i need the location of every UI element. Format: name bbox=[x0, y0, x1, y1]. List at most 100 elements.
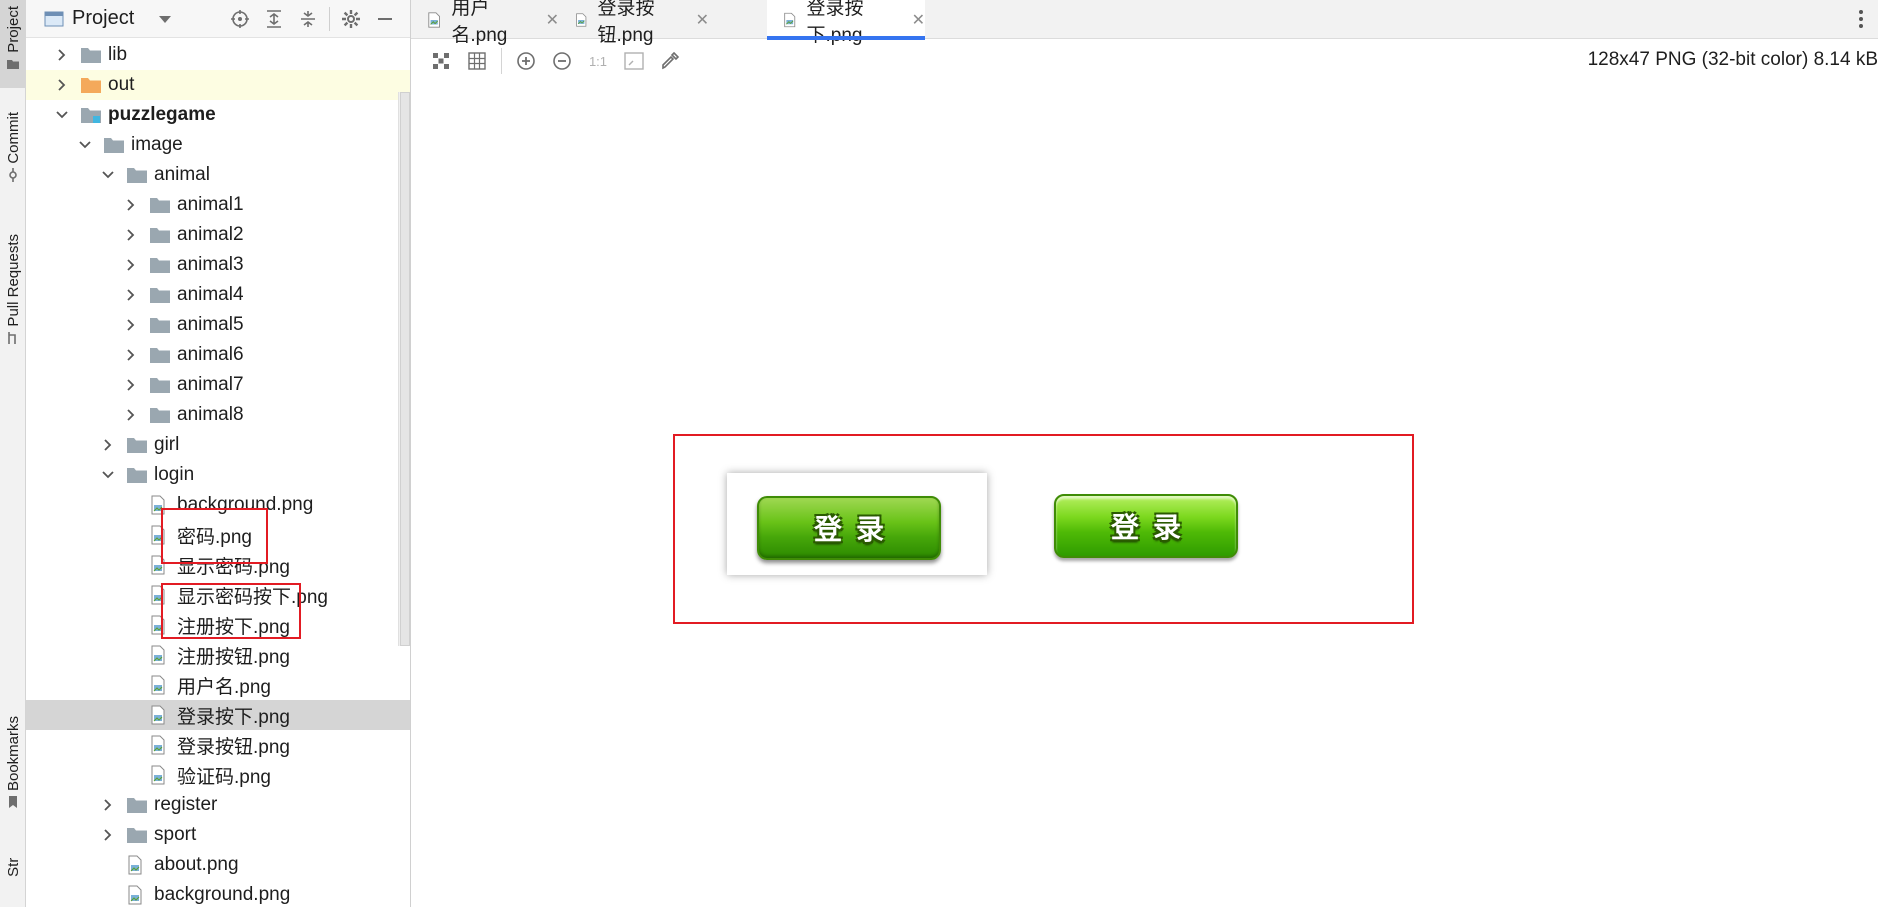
zoom-in-icon[interactable] bbox=[508, 43, 544, 79]
tree-file-item[interactable]: 登录按下.png bbox=[26, 700, 410, 730]
chevron-right-icon[interactable] bbox=[123, 347, 139, 363]
chevron-down-icon[interactable] bbox=[77, 137, 93, 153]
chevron-right-icon[interactable] bbox=[123, 197, 139, 213]
tree-folder-item[interactable]: out bbox=[26, 70, 410, 100]
tree-item-label: girl bbox=[154, 434, 180, 455]
gear-icon[interactable] bbox=[334, 2, 368, 36]
tree-item-label: animal3 bbox=[177, 254, 244, 275]
tree-folder-item[interactable]: animal1 bbox=[26, 190, 410, 220]
tree-item-label: login bbox=[154, 464, 195, 485]
tree-folder-item[interactable]: animal bbox=[26, 160, 410, 190]
color-picker-icon[interactable] bbox=[652, 43, 688, 79]
expand-all-icon[interactable] bbox=[257, 2, 291, 36]
project-view-icon bbox=[44, 11, 64, 26]
tab-login-pressed-png[interactable]: 登录按下.png ✕ bbox=[767, 0, 925, 46]
tree-folder-item[interactable]: animal5 bbox=[26, 310, 410, 340]
tree-item-label: about.png bbox=[154, 854, 239, 875]
zoom-out-icon[interactable] bbox=[544, 43, 580, 79]
folder-icon bbox=[149, 286, 171, 304]
close-icon[interactable]: ✕ bbox=[546, 10, 559, 30]
chevron-right-icon[interactable] bbox=[123, 287, 139, 303]
project-tool-label: Project bbox=[4, 6, 22, 53]
tree-item-label: animal8 bbox=[177, 404, 244, 425]
chevron-right-icon[interactable] bbox=[123, 257, 139, 273]
chevron-right-icon[interactable] bbox=[100, 437, 116, 453]
chevron-right-icon[interactable] bbox=[100, 827, 116, 843]
tree-item-label: puzzlegame bbox=[108, 104, 216, 125]
folder-icon bbox=[149, 346, 171, 364]
tree-file-item[interactable]: background.png bbox=[26, 880, 410, 907]
tree-item-label: register bbox=[154, 794, 218, 815]
chevron-right-icon[interactable] bbox=[123, 377, 139, 393]
grid-icon[interactable] bbox=[459, 43, 495, 79]
tree-folder-item[interactable]: animal7 bbox=[26, 370, 410, 400]
actual-size-button[interactable]: 1:1 bbox=[580, 43, 616, 79]
chevron-right-icon[interactable] bbox=[100, 797, 116, 813]
locate-file-icon[interactable] bbox=[223, 2, 257, 36]
close-icon[interactable]: ✕ bbox=[696, 10, 709, 30]
excluded-folder-icon bbox=[80, 76, 102, 94]
chevron-right-icon[interactable] bbox=[54, 77, 70, 93]
chessboard-background-icon[interactable] bbox=[423, 43, 459, 79]
tree-folder-item[interactable]: register bbox=[26, 790, 410, 820]
chevron-right-icon[interactable] bbox=[54, 47, 70, 63]
tree-file-item[interactable]: about.png bbox=[26, 850, 410, 880]
tree-folder-item[interactable]: animal3 bbox=[26, 250, 410, 280]
tree-folder-item[interactable]: puzzlegame bbox=[26, 100, 410, 130]
tab-username-png[interactable]: 用户名.png ✕ bbox=[411, 0, 559, 46]
tree-item-label: animal7 bbox=[177, 374, 244, 395]
tree-folder-item[interactable]: lib bbox=[26, 40, 410, 70]
hide-panel-icon[interactable] bbox=[368, 2, 402, 36]
tree-file-item[interactable]: 登录按钮.png bbox=[26, 730, 410, 760]
fit-zoom-icon[interactable] bbox=[616, 43, 652, 79]
tree-item-label: sport bbox=[154, 824, 197, 845]
chevron-right-icon[interactable] bbox=[123, 227, 139, 243]
tree-folder-item[interactable]: image bbox=[26, 130, 410, 160]
tree-folder-item[interactable]: sport bbox=[26, 820, 410, 850]
chevron-down-icon[interactable] bbox=[54, 107, 70, 123]
commit-tool-button[interactable]: Commit bbox=[0, 112, 26, 208]
tree-folder-item[interactable]: animal8 bbox=[26, 400, 410, 430]
annotation-box-preview bbox=[673, 434, 1414, 624]
tree-folder-item[interactable]: animal2 bbox=[26, 220, 410, 250]
folder-icon bbox=[149, 376, 171, 394]
close-icon[interactable]: ✕ bbox=[912, 10, 925, 30]
tree-folder-item[interactable]: girl bbox=[26, 430, 410, 460]
tree-folder-item[interactable]: animal4 bbox=[26, 280, 410, 310]
collapse-all-icon[interactable] bbox=[291, 2, 325, 36]
chevron-down-icon[interactable] bbox=[100, 467, 116, 483]
tree-item-label: image bbox=[131, 134, 183, 155]
tree-folder-item[interactable]: animal6 bbox=[26, 340, 410, 370]
tree-scrollbar-thumb[interactable] bbox=[400, 92, 410, 646]
editor-tab-bar: 用户名.png ✕ 登录按钮.png ✕ 登录按下.png ✕ bbox=[411, 0, 1878, 46]
chevron-right-icon[interactable] bbox=[123, 317, 139, 333]
header-separator bbox=[329, 6, 330, 31]
image-info: 128x47 PNG (32-bit color) 8.14 kB bbox=[1587, 49, 1878, 70]
tree-item-label: animal1 bbox=[177, 194, 244, 215]
pull-requests-tool-button[interactable]: Pull Requests bbox=[0, 234, 26, 364]
project-tool-button[interactable]: Project bbox=[0, 0, 26, 88]
tool-window-strip: Project Commit Pull Requests Bookmarks S… bbox=[0, 0, 26, 907]
image-file-icon bbox=[149, 705, 171, 725]
tree-file-item[interactable]: 用户名.png bbox=[26, 670, 410, 700]
tab-login-button-png[interactable]: 登录按钮.png ✕ bbox=[559, 0, 709, 46]
folder-icon bbox=[103, 136, 125, 154]
commit-tool-label: Commit bbox=[4, 112, 22, 164]
folder-icon bbox=[126, 166, 148, 184]
chevron-down-icon[interactable] bbox=[100, 167, 116, 183]
tree-scrollbar[interactable] bbox=[398, 92, 410, 646]
project-panel: Project lib out puzzlegame image animal anima… bbox=[26, 0, 411, 907]
tree-item-label: animal4 bbox=[177, 284, 244, 305]
structure-tool-button[interactable]: Structure bbox=[0, 858, 26, 907]
actual-size-label: 1:1 bbox=[588, 53, 608, 69]
tree-file-item[interactable]: 验证码.png bbox=[26, 760, 410, 790]
tree-folder-item[interactable]: login bbox=[26, 460, 410, 490]
more-options-icon[interactable] bbox=[1854, 4, 1868, 34]
folder-icon bbox=[126, 466, 148, 484]
chevron-right-icon[interactable] bbox=[123, 407, 139, 423]
bookmarks-tool-button[interactable]: Bookmarks bbox=[0, 716, 26, 836]
pull-requests-tool-label: Pull Requests bbox=[4, 234, 22, 327]
view-dropdown-icon[interactable] bbox=[158, 14, 172, 24]
folder-icon bbox=[149, 316, 171, 334]
tree-file-item[interactable]: 注册按钮.png bbox=[26, 640, 410, 670]
